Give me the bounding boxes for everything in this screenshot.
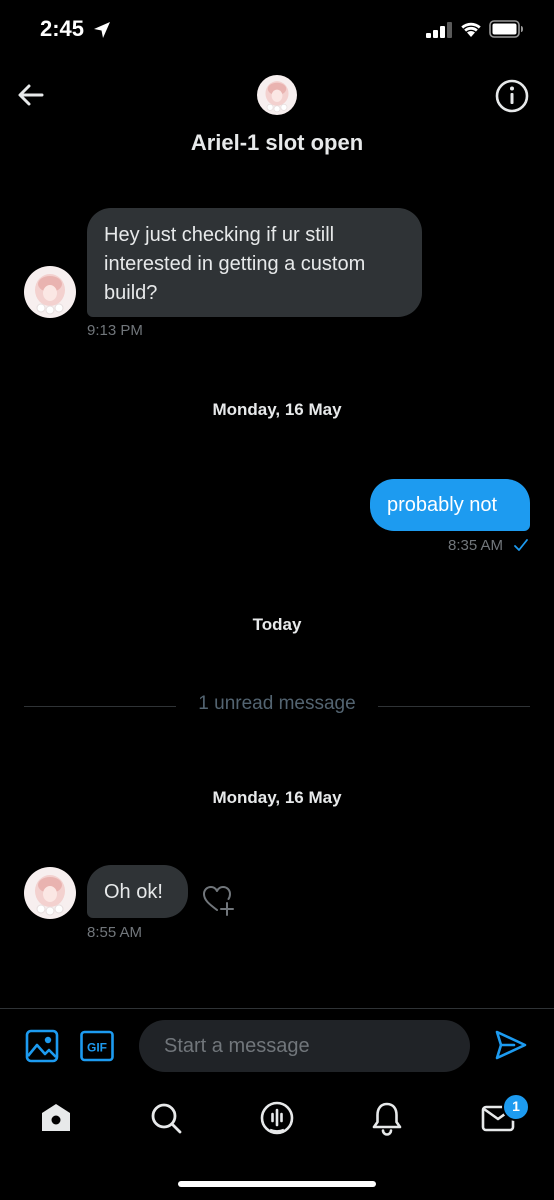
search-icon[interactable] bbox=[148, 1100, 184, 1136]
unread-divider-label: 1 unread message bbox=[198, 693, 356, 714]
home-indicator bbox=[178, 1181, 376, 1187]
today-separator: Today bbox=[252, 615, 302, 634]
back-arrow-icon[interactable] bbox=[14, 78, 48, 112]
sender-avatar[interactable] bbox=[24, 867, 76, 919]
avatar-image bbox=[257, 75, 297, 115]
battery-icon bbox=[489, 20, 523, 38]
check-icon bbox=[514, 539, 528, 551]
message-bubble-outgoing[interactable]: probably not bbox=[370, 479, 530, 531]
message-text-line: build? bbox=[104, 282, 158, 304]
date-separator: Monday, 16 May bbox=[212, 400, 342, 419]
notifications-icon[interactable] bbox=[369, 1100, 405, 1136]
location-arrow-icon bbox=[94, 22, 110, 38]
wifi-icon bbox=[461, 22, 481, 37]
status-bar: 2:45 bbox=[0, 0, 554, 62]
message-text: probably not bbox=[387, 494, 498, 516]
cellular-signal-icon bbox=[426, 22, 452, 38]
message-text: Oh ok! bbox=[104, 881, 163, 903]
avatar-image bbox=[24, 266, 76, 318]
message-timestamp: 9:13 PM bbox=[87, 322, 143, 339]
send-icon[interactable] bbox=[494, 1028, 528, 1062]
avatar[interactable] bbox=[257, 75, 297, 115]
spaces-icon[interactable] bbox=[259, 1100, 295, 1136]
message-bubble-incoming[interactable]: Oh ok! bbox=[87, 865, 188, 918]
message-bubble-incoming[interactable]: Hey just checking if ur still interested… bbox=[87, 208, 422, 317]
avatar-image bbox=[24, 867, 76, 919]
gif-button[interactable]: GIF bbox=[80, 1030, 114, 1062]
conversation-title: Ariel-1 slot open bbox=[190, 130, 364, 155]
gif-icon: GIF bbox=[80, 1030, 114, 1062]
gif-label: GIF bbox=[87, 1041, 107, 1055]
message-input[interactable] bbox=[139, 1020, 470, 1072]
image-icon[interactable] bbox=[24, 1028, 60, 1064]
info-icon[interactable] bbox=[494, 78, 530, 114]
divider bbox=[0, 1008, 554, 1009]
status-time: 2:45 bbox=[40, 16, 85, 41]
message-timestamp: 8:55 AM bbox=[87, 924, 143, 941]
date-separator: Monday, 16 May bbox=[212, 788, 342, 807]
message-text-line: Hey just checking if ur still bbox=[104, 224, 335, 246]
conversation-header: Ariel-1 slot open bbox=[0, 62, 554, 182]
message-text-line: interested in getting a custom bbox=[104, 253, 366, 275]
messages-badge: 1 bbox=[502, 1093, 530, 1121]
home-icon[interactable] bbox=[38, 1100, 74, 1136]
divider bbox=[378, 706, 530, 707]
add-reaction-heart-icon[interactable] bbox=[201, 883, 237, 917]
sender-avatar[interactable] bbox=[24, 266, 76, 318]
message-timestamp: 8:35 AM bbox=[448, 537, 504, 554]
